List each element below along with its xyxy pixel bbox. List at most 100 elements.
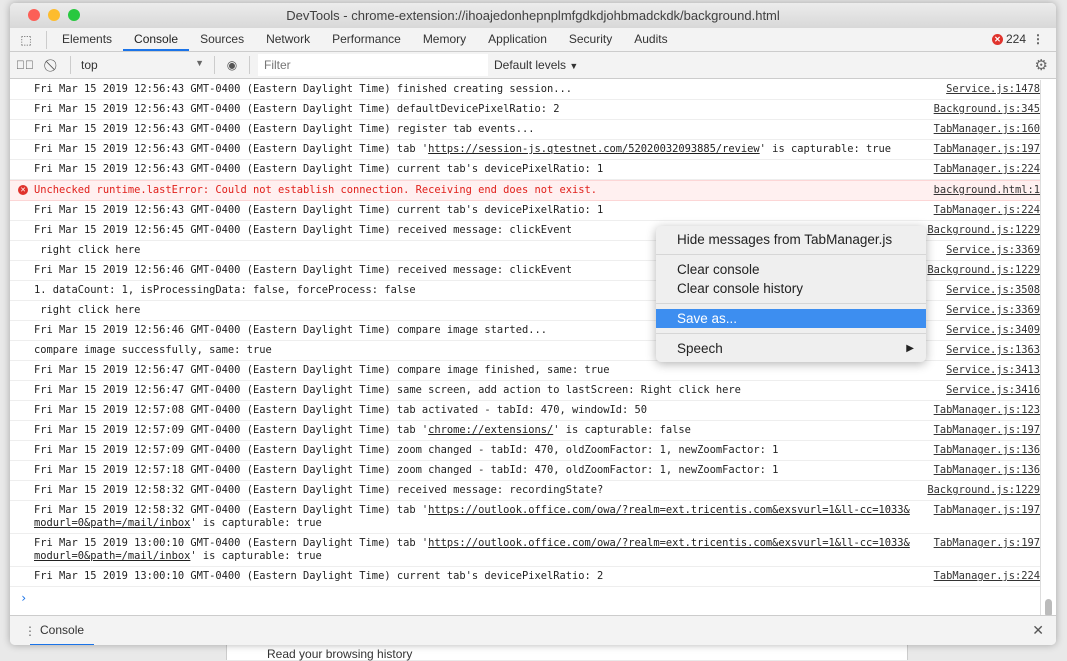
drawer: ⋮ Console ✕ [10, 615, 1056, 645]
context-menu: Hide messages from TabManager.js Clear c… [656, 226, 926, 362]
source-link[interactable]: TabManager.js:197 [922, 424, 1040, 437]
close-window-button[interactable] [28, 9, 40, 21]
source-link[interactable]: TabManager.js:160 [922, 123, 1040, 136]
source-link[interactable]: TabManager.js:136 [922, 444, 1040, 457]
log-row: Fri Mar 15 2019 12:57:09 GMT-0400 (Easte… [10, 441, 1040, 461]
source-link[interactable]: Service.js:3409 [922, 324, 1040, 337]
log-text: Fri Mar 15 2019 12:56:43 GMT-0400 (Easte… [34, 143, 429, 155]
source-link[interactable]: TabManager.js:136 [922, 464, 1040, 477]
source-link[interactable]: TabManager.js:197 [922, 537, 1040, 563]
window-title: DevTools - chrome-extension://ihoajedonh… [286, 8, 780, 23]
menu-item-save-as[interactable]: Save as... [656, 309, 926, 328]
log-text: Fri Mar 15 2019 12:57:09 GMT-0400 (Easte… [34, 424, 429, 436]
log-text: ' is capturable: true [759, 143, 892, 155]
log-row: Fri Mar 15 2019 13:00:10 GMT-0400 (Easte… [10, 567, 1040, 587]
log-message: Fri Mar 15 2019 12:57:09 GMT-0400 (Easte… [34, 444, 779, 456]
source-link[interactable]: Service.js:1363 [922, 344, 1040, 357]
background-page-text: Read your browsing history [267, 647, 413, 661]
log-row: Fri Mar 15 2019 12:57:08 GMT-0400 (Easte… [10, 401, 1040, 421]
log-message: Fri Mar 15 2019 12:56:43 GMT-0400 (Easte… [34, 83, 572, 95]
menu-item-speech[interactable]: Speech ▶ [656, 339, 926, 358]
tab-application[interactable]: Application [477, 28, 558, 51]
log-row: Fri Mar 15 2019 12:57:09 GMT-0400 (Easte… [10, 421, 1040, 441]
source-link[interactable]: Background.js:345 [922, 103, 1040, 116]
log-row: Fri Mar 15 2019 12:56:47 GMT-0400 (Easte… [10, 381, 1040, 401]
tab-sources[interactable]: Sources [189, 28, 255, 51]
source-link[interactable]: Background.js:1229 [922, 224, 1040, 237]
log-message: Fri Mar 15 2019 12:56:43 GMT-0400 (Easte… [34, 143, 922, 156]
log-message: Fri Mar 15 2019 12:57:18 GMT-0400 (Easte… [34, 464, 779, 476]
log-message: Fri Mar 15 2019 12:56:43 GMT-0400 (Easte… [34, 163, 604, 175]
log-message: Fri Mar 15 2019 12:56:43 GMT-0400 (Easte… [34, 123, 535, 135]
drawer-tab-console[interactable]: Console [30, 616, 95, 645]
log-url-link[interactable]: https://session-js.qtestnet.com/52020032… [428, 143, 760, 155]
log-row: Fri Mar 15 2019 12:56:47 GMT-0400 (Easte… [10, 361, 1040, 381]
menu-item-clear-console[interactable]: Clear console [656, 260, 926, 279]
sidebar-toggle-icon[interactable]: ▸⃞ [10, 58, 40, 72]
log-text: Fri Mar 15 2019 12:58:32 GMT-0400 (Easte… [34, 504, 429, 516]
clear-console-icon[interactable]: ⃠ [40, 58, 66, 73]
log-message: Unchecked runtime.lastError: Could not e… [34, 184, 598, 196]
source-link[interactable]: TabManager.js:224 [922, 204, 1040, 217]
log-message: Fri Mar 15 2019 12:56:47 GMT-0400 (Easte… [34, 384, 741, 396]
log-message: Fri Mar 15 2019 12:56:47 GMT-0400 (Easte… [34, 364, 610, 376]
source-link[interactable]: Background.js:1229 [922, 484, 1040, 497]
log-row: Fri Mar 15 2019 12:56:43 GMT-0400 (Easte… [10, 100, 1040, 120]
tab-elements[interactable]: Elements [51, 28, 123, 51]
log-row: Fri Mar 15 2019 12:56:43 GMT-0400 (Easte… [10, 80, 1040, 100]
context-selector[interactable]: top ▼ [75, 58, 210, 72]
gear-icon[interactable]: ⚙ [1035, 56, 1048, 74]
source-link[interactable]: TabManager.js:197 [922, 504, 1040, 530]
close-icon[interactable]: ✕ [1032, 622, 1044, 639]
tab-performance[interactable]: Performance [321, 28, 412, 51]
submenu-arrow-icon: ▶ [906, 343, 914, 354]
error-icon: ✕ [991, 34, 1003, 45]
tab-security[interactable]: Security [558, 28, 623, 51]
live-expression-eye-icon[interactable]: ◉ [219, 58, 245, 72]
title-bar: DevTools - chrome-extension://ihoajedonh… [10, 3, 1056, 28]
source-link[interactable]: Service.js:3416 [922, 384, 1040, 397]
source-link[interactable]: Service.js:1478 [922, 83, 1040, 96]
source-link[interactable]: TabManager.js:224 [922, 570, 1040, 583]
minimize-window-button[interactable] [48, 9, 60, 21]
error-icon: ✕ [18, 185, 28, 195]
source-link[interactable]: Service.js:3508 [922, 284, 1040, 297]
panel-tabs: ⬚ Elements Console Sources Network Performan… [10, 28, 1056, 52]
source-link[interactable]: TabManager.js:224 [922, 163, 1040, 176]
log-text: ' is capturable: true [190, 550, 322, 562]
source-link[interactable]: background.html:1 [922, 184, 1040, 197]
source-link[interactable]: Service.js:3413 [922, 364, 1040, 377]
console-prompt[interactable]: › [10, 587, 1040, 605]
log-url-link[interactable]: chrome://extensions/ [428, 424, 553, 436]
tab-console[interactable]: Console [123, 28, 190, 51]
error-counter[interactable]: ✕ 224 [991, 28, 1026, 51]
log-text: Fri Mar 15 2019 13:00:10 GMT-0400 (Easte… [34, 537, 429, 549]
log-message: Fri Mar 15 2019 13:00:10 GMT-0400 (Easte… [34, 537, 922, 563]
source-link[interactable]: Background.js:1229 [922, 264, 1040, 277]
menu-item-clear-console-history[interactable]: Clear console history [656, 279, 926, 298]
log-row: Fri Mar 15 2019 12:58:32 GMT-0400 (Easte… [10, 501, 1040, 534]
log-message: Fri Mar 15 2019 12:58:32 GMT-0400 (Easte… [34, 504, 922, 530]
inspect-element-icon[interactable]: ⬚ [10, 28, 42, 51]
log-message: Fri Mar 15 2019 12:57:08 GMT-0400 (Easte… [34, 404, 648, 416]
log-message: Fri Mar 15 2019 12:58:32 GMT-0400 (Easte… [34, 484, 604, 496]
log-message: Fri Mar 15 2019 12:56:43 GMT-0400 (Easte… [34, 204, 604, 216]
log-text: ' is capturable: true [190, 517, 322, 529]
tab-network[interactable]: Network [255, 28, 321, 51]
source-link[interactable]: TabManager.js:197 [922, 143, 1040, 156]
menu-item-hide-messages[interactable]: Hide messages from TabManager.js [656, 230, 926, 249]
more-options-icon[interactable]: ⋮ [1032, 28, 1044, 51]
maximize-window-button[interactable] [68, 9, 80, 21]
filter-input[interactable] [258, 54, 488, 76]
log-levels-dropdown[interactable]: Default levels ▼ [494, 58, 578, 72]
source-link[interactable]: Service.js:3369 [922, 304, 1040, 317]
log-message: Fri Mar 15 2019 12:56:43 GMT-0400 (Easte… [34, 103, 560, 115]
source-link[interactable]: Service.js:3369 [922, 244, 1040, 257]
tab-audits[interactable]: Audits [623, 28, 678, 51]
tab-memory[interactable]: Memory [412, 28, 477, 51]
log-row: Fri Mar 15 2019 13:00:10 GMT-0400 (Easte… [10, 534, 1040, 567]
source-link[interactable]: TabManager.js:123 [922, 404, 1040, 417]
drawer-menu-icon[interactable]: ⋮ [24, 624, 36, 638]
dropdown-arrow-icon: ▼ [569, 61, 579, 71]
error-message-row: ✕ Unchecked runtime.lastError: Could not … [10, 180, 1040, 201]
